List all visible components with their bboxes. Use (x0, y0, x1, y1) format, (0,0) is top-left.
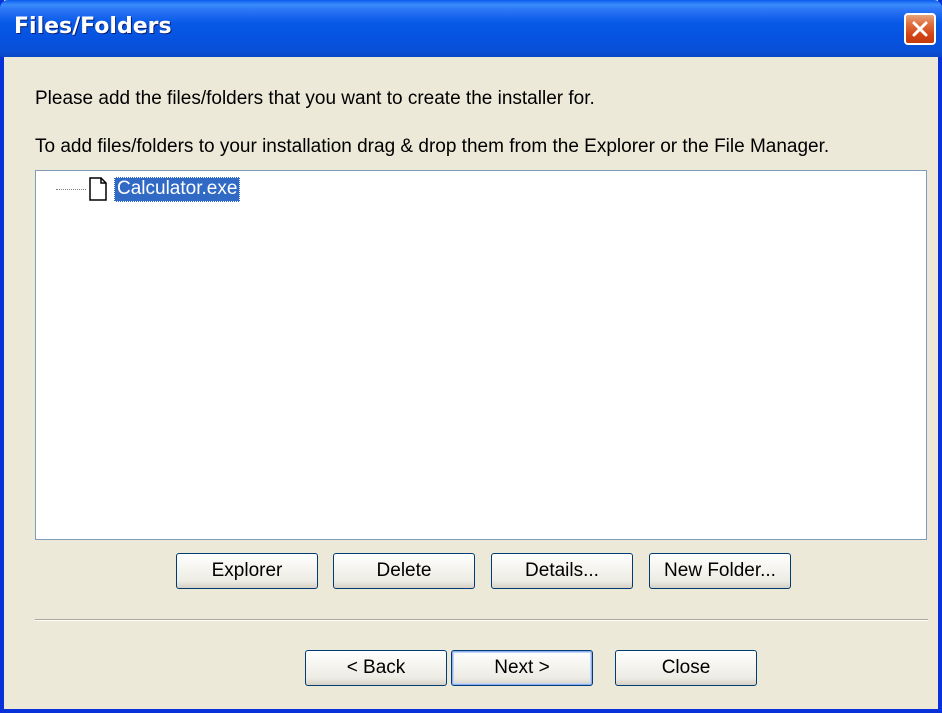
instruction-text-2: To add files/folders to your installatio… (35, 136, 830, 157)
separator-line (35, 619, 928, 621)
files-tree-view[interactable]: Calculator.exe (35, 170, 927, 540)
delete-button[interactable]: Delete (333, 553, 475, 589)
close-x-icon (912, 21, 928, 37)
next-button[interactable]: Next > (451, 650, 593, 686)
dialog-body: Please add the files/folders that you wa… (4, 57, 938, 709)
file-icon (88, 177, 108, 201)
title-bar[interactable]: Files/Folders (0, 0, 942, 57)
tree-connector-line (56, 188, 86, 190)
files-folders-dialog: Files/Folders Please add the files/folde… (0, 0, 942, 713)
back-button[interactable]: < Back (305, 650, 447, 686)
window-title: Files/Folders (14, 14, 172, 39)
close-window-button[interactable] (904, 13, 936, 45)
details-button[interactable]: Details... (491, 553, 633, 589)
instruction-text-1: Please add the files/folders that you wa… (35, 88, 595, 109)
explorer-button[interactable]: Explorer (176, 553, 318, 589)
tree-item-calculator[interactable]: Calculator.exe (56, 176, 241, 202)
tree-item-label[interactable]: Calculator.exe (114, 176, 241, 202)
new-folder-button[interactable]: New Folder... (649, 553, 791, 589)
close-button[interactable]: Close (615, 650, 757, 686)
